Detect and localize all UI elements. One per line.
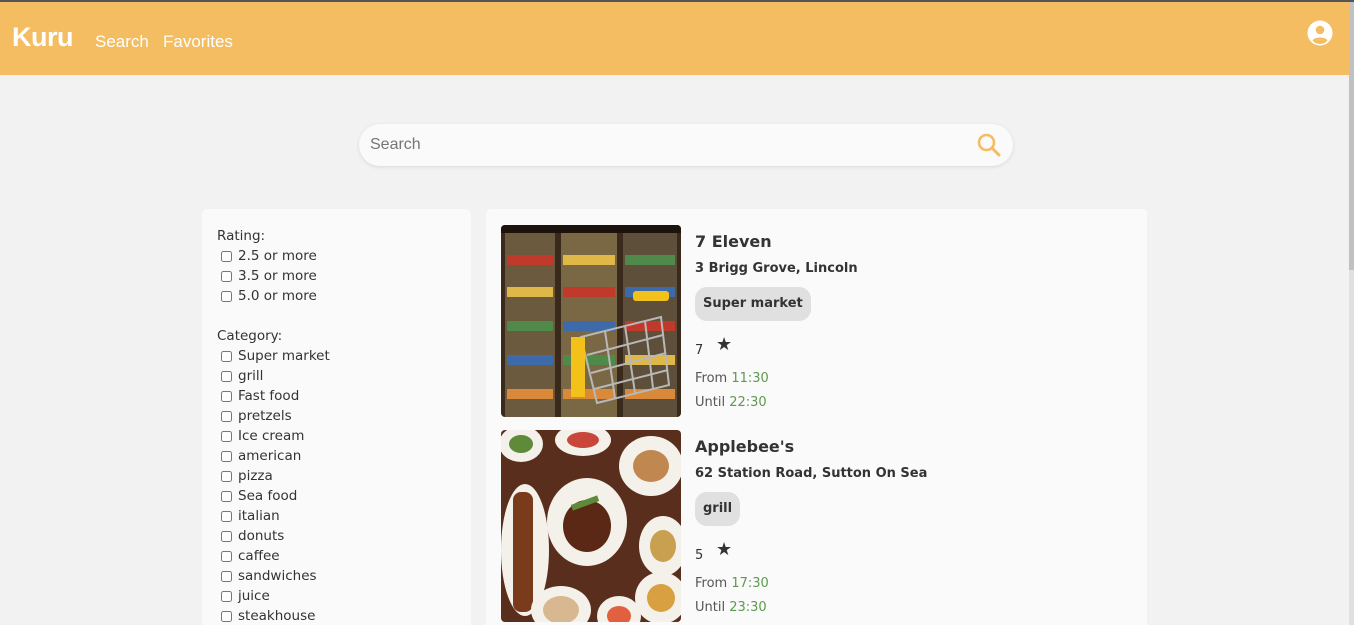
filter-panel: Rating: 2.5 or more 3.5 or more 5.0 or m… [202,209,471,625]
restaurant-card[interactable]: Applebee's 62 Station Road, Sutton On Se… [501,430,1131,622]
rating-option[interactable]: 3.5 or more [217,266,471,286]
search-bar [359,124,1013,166]
category-option[interactable]: caffee [217,546,471,566]
category-checkbox[interactable] [221,390,232,402]
rating-value: 7 [695,343,704,358]
opening-time: From 17:30 [695,576,769,591]
restaurant-name[interactable]: Applebee's [695,437,794,456]
restaurant-card[interactable]: 7 Eleven 3 Brigg Grove, Lincoln Super ma… [501,225,1131,417]
scrollbar-thumb[interactable] [1349,2,1354,270]
restaurant-address: 3 Brigg Grove, Lincoln [695,261,858,276]
category-option[interactable]: donuts [217,526,471,546]
nav-link-search[interactable]: Search [95,32,149,52]
category-checkbox[interactable] [221,430,232,442]
category-checkbox[interactable] [221,350,232,362]
restaurant-name[interactable]: 7 Eleven [695,232,772,251]
rating-option[interactable]: 2.5 or more [217,246,471,266]
restaurant-photo [501,225,681,417]
category-checkbox[interactable] [221,530,232,542]
category-checkbox[interactable] [221,550,232,562]
restaurant-photo [501,430,681,622]
category-checkbox[interactable] [221,590,232,602]
category-option[interactable]: Super market [217,346,471,366]
rating-value: 5 [695,548,704,563]
account-circle-icon[interactable] [1307,20,1333,46]
category-checkbox[interactable] [221,610,232,622]
restaurant-address: 62 Station Road, Sutton On Sea [695,466,928,481]
star-icon: ★ [716,539,733,560]
nav-link-favorites[interactable]: Favorites [163,32,233,52]
results-panel: 7 Eleven 3 Brigg Grove, Lincoln Super ma… [486,209,1147,625]
rating-checkbox[interactable] [221,290,232,302]
category-checkbox[interactable] [221,370,232,382]
category-option[interactable]: pizza [217,466,471,486]
category-checkbox[interactable] [221,410,232,422]
rating-checkbox[interactable] [221,250,232,262]
category-filter-label: Category: [217,328,283,344]
category-option[interactable]: Fast food [217,386,471,406]
category-checkbox[interactable] [221,470,232,482]
category-option[interactable]: grill [217,366,471,386]
category-checkbox[interactable] [221,510,232,522]
closing-time: Until 22:30 [695,395,767,410]
category-checkbox[interactable] [221,570,232,582]
search-icon[interactable] [976,132,1002,158]
category-option[interactable]: juice [217,586,471,606]
rating-checkbox[interactable] [221,270,232,282]
category-option[interactable]: Ice cream [217,426,471,446]
category-badge: grill [695,492,741,526]
category-checkbox[interactable] [221,490,232,502]
rating-option[interactable]: 5.0 or more [217,286,471,306]
rating-filter-label: Rating: [217,228,266,244]
category-option[interactable]: Sea food [217,486,471,506]
category-option[interactable]: pretzels [217,406,471,426]
top-navbar: Kuru Search Favorites [0,2,1349,75]
star-icon: ★ [716,334,733,355]
category-checkbox[interactable] [221,450,232,462]
opening-time: From 11:30 [695,371,769,386]
category-option[interactable]: sandwiches [217,566,471,586]
category-option[interactable]: steakhouse [217,606,471,625]
search-input[interactable] [370,131,960,159]
category-option[interactable]: italian [217,506,471,526]
category-option[interactable]: american [217,446,471,466]
category-badge: Super market [695,287,811,321]
page-scrollbar[interactable] [1349,2,1354,625]
closing-time: Until 23:30 [695,600,767,615]
brand-logo[interactable]: Kuru [12,22,74,53]
